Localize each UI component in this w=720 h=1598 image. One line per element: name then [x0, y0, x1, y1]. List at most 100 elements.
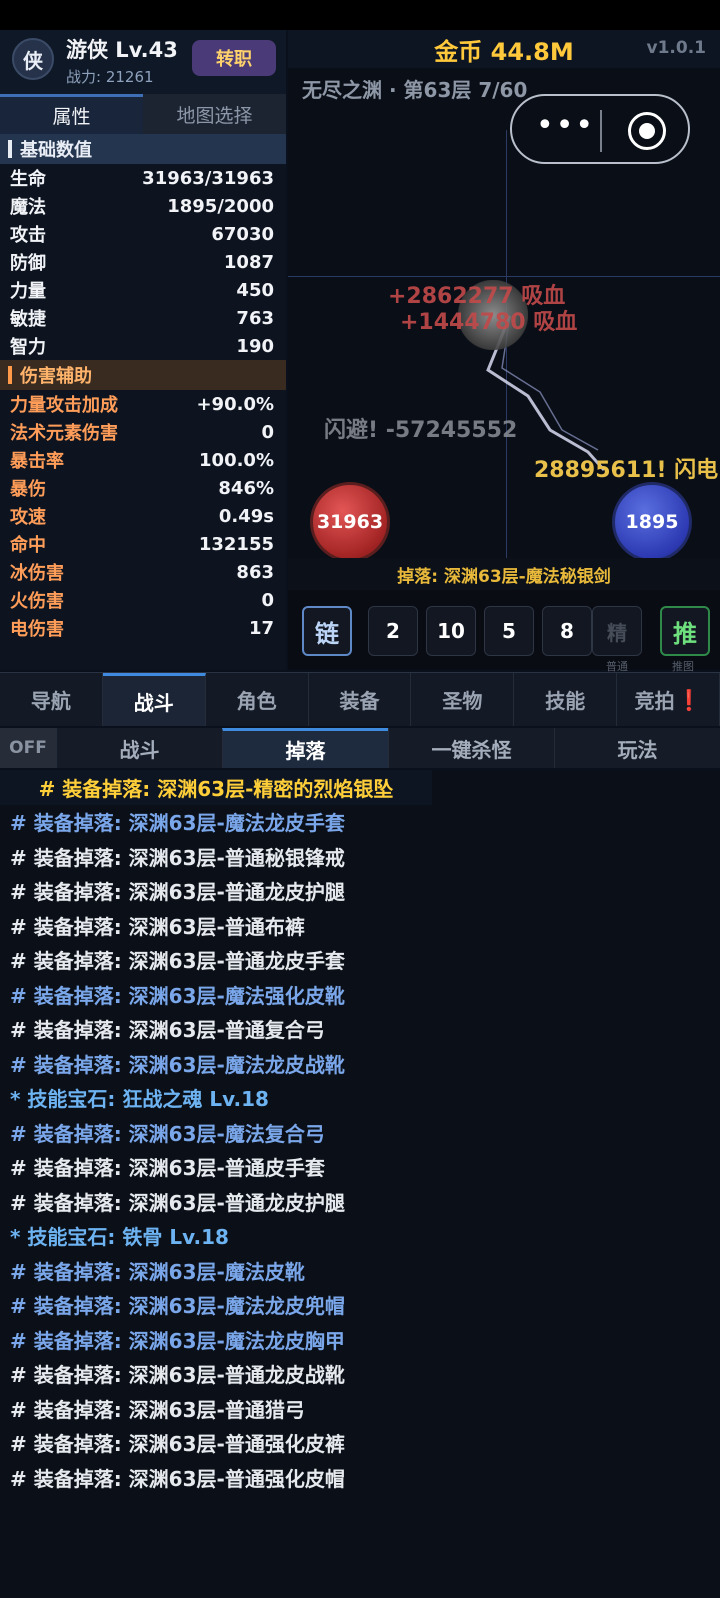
refine-button[interactable]: 精	[592, 606, 642, 656]
log-line: # 装备掉落: 深渊63层-普通布裤	[10, 914, 305, 939]
battle-controls: 链 2 10 5 8 精 推 普通 推图	[288, 590, 720, 673]
subtab-drops[interactable]: 掉落	[222, 728, 388, 768]
dodge-text: 闪避! -57245552	[324, 418, 518, 443]
log-line: # 装备掉落: 深渊63层-普通强化皮裤	[10, 1432, 345, 1457]
tab-navigation[interactable]: 导航	[0, 673, 103, 726]
tab-auction-label: 竞拍	[634, 689, 675, 713]
tab-equipment[interactable]: 装备	[309, 673, 412, 726]
stat-row: 生命 31963/31963	[0, 164, 286, 192]
battle-arena: +2862277 吸血 +1444780 吸血 闪避! -57245552 28…	[288, 130, 720, 590]
off-toggle[interactable]: OFF	[0, 728, 56, 768]
log-line: # 装备掉落: 深渊63层-普通龙皮手套	[10, 949, 345, 974]
log-line: # 装备掉落: 深渊63层-魔法强化皮靴	[10, 983, 345, 1008]
tab-relics[interactable]: 圣物	[411, 673, 515, 726]
stat-label: 电伤害	[10, 619, 64, 640]
log-line: # 装备掉落: 深渊63层-普通龙皮战靴	[10, 1363, 345, 1388]
log-line: # 装备掉落: 深渊63层-魔法复合弓	[10, 1121, 325, 1146]
stat-label: 生命	[10, 169, 46, 190]
subtab-battle[interactable]: 战斗	[56, 728, 222, 768]
tab-map-select[interactable]: 地图选择	[143, 94, 286, 134]
log-line: # 装备掉落: 深渊63层-魔法龙皮兜帽	[10, 1294, 345, 1319]
stat-label: 魔法	[10, 197, 46, 218]
control-slot-1[interactable]: 2	[368, 606, 418, 656]
log-line: # 装备掉落: 深渊63层-魔法龙皮手套	[10, 811, 345, 836]
subtab-auto-kill[interactable]: 一键杀怪	[388, 728, 554, 768]
avatar[interactable]: 侠	[12, 38, 54, 80]
transfer-button[interactable]: 转职	[192, 40, 276, 76]
stat-row: 攻击 67030	[0, 220, 286, 248]
attribute-panel: 侠 游侠 Lv.43 战力: 21261 转职 属性 地图选择 基础数值 生命 3…	[0, 30, 286, 670]
tab-character[interactable]: 角色	[206, 673, 309, 726]
stat-row: 火伤害 0	[0, 586, 286, 614]
mp-orb: 1895	[612, 482, 692, 562]
stat-label: 攻速	[10, 507, 46, 528]
stat-label: 智力	[10, 337, 46, 358]
tab-attributes[interactable]: 属性	[0, 94, 143, 134]
damage-stats-title: 伤害辅助	[20, 366, 92, 387]
stat-label: 命中	[10, 535, 46, 556]
control-slot-3[interactable]: 5	[484, 606, 534, 656]
tab-battle[interactable]: 战斗	[102, 673, 206, 726]
tab-skills[interactable]: 技能	[514, 673, 618, 726]
stat-value: 763	[236, 307, 274, 329]
push-map-button[interactable]: 推	[660, 606, 710, 656]
drop-notice: 掉落: 深渊63层-魔法秘银剑	[288, 558, 720, 590]
stat-row: 电伤害 17	[0, 614, 286, 642]
mini-program-capsule: •••	[510, 94, 690, 164]
stat-label: 暴击率	[10, 451, 64, 472]
log-line: # 装备掉落: 深渊63层-普通皮手套	[10, 1156, 325, 1181]
section-marker	[8, 140, 12, 158]
basic-stats-list: 生命 31963/31963 魔法 1895/2000 攻击 67030 防御 1087 力量 4…	[0, 164, 286, 360]
stat-value: 1087	[223, 251, 274, 273]
close-target-icon[interactable]	[628, 112, 666, 150]
status-bar	[0, 0, 720, 30]
stat-label: 力量	[10, 281, 46, 302]
capsule-divider	[600, 110, 602, 152]
stat-label: 力量攻击加成	[10, 395, 118, 416]
stat-row: 暴伤 846%	[0, 474, 286, 502]
stat-row: 冰伤害 863	[0, 558, 286, 586]
drop-log[interactable]: # 装备掉落: 深渊63层-魔法龙皮护腿# 装备掉落: 深渊63层-魔法龙皮手套…	[0, 770, 720, 1598]
alert-icon: ❗	[676, 687, 702, 712]
stat-row: 命中 132155	[0, 530, 286, 558]
stat-row: 力量攻击加成 +90.0%	[0, 390, 286, 418]
combat-power: 战力: 21261	[66, 68, 154, 86]
stat-value: 863	[236, 561, 274, 583]
stage-label: 无尽之渊 · 第63层 7/60	[302, 78, 528, 102]
version-label: v1.0.1	[646, 38, 706, 58]
stat-row: 力量 450	[0, 276, 286, 304]
stat-label: 防御	[10, 253, 46, 274]
stat-value: 17	[248, 617, 274, 639]
log-line: * 技能宝石: 狂战之魂 Lv.18	[10, 1087, 269, 1112]
log-line: # 装备掉落: 深渊63层-普通龙皮护腿	[10, 1190, 345, 1215]
damage-stats-list: 力量攻击加成 +90.0% 法术元素伤害 0 暴击率 100.0% 暴伤 846% 攻速 0.49…	[0, 390, 286, 642]
basic-stats-header: 基础数值	[0, 134, 286, 164]
sub-tab-bar: OFF 战斗 掉落 一键杀怪 玩法	[0, 728, 720, 768]
section-marker	[8, 366, 12, 384]
log-line: # 装备掉落: 深渊63层-魔法皮靴	[10, 1259, 305, 1284]
log-line: # 装备掉落: 深渊63层-普通秘银锋戒	[10, 845, 345, 870]
control-slot-2[interactable]: 10	[426, 606, 476, 656]
stat-row: 智力 190	[0, 332, 286, 360]
stat-value: 31963/31963	[142, 167, 274, 189]
stat-row: 敏捷 763	[0, 304, 286, 332]
stat-row: 防御 1087	[0, 248, 286, 276]
stat-value: 190	[236, 335, 274, 357]
stat-value: 0.49s	[218, 505, 274, 527]
chain-button[interactable]: 链	[302, 606, 352, 656]
stat-row: 攻速 0.49s	[0, 502, 286, 530]
stat-value: +90.0%	[196, 393, 274, 415]
tab-auction[interactable]: 竞拍 ❗	[617, 673, 720, 726]
stat-value: 1895/2000	[167, 195, 274, 217]
stat-value: 100.0%	[199, 449, 274, 471]
stat-label: 攻击	[10, 225, 46, 246]
more-icon[interactable]: •••	[536, 108, 595, 143]
stat-label: 法术元素伤害	[10, 423, 118, 444]
subtab-gameplay[interactable]: 玩法	[554, 728, 720, 768]
log-line: * 技能宝石: 铁骨 Lv.18	[10, 1225, 229, 1250]
control-slot-4[interactable]: 8	[542, 606, 592, 656]
stat-label: 暴伤	[10, 479, 46, 500]
battle-panel: 金币 44.8M v1.0.1 无尽之渊 · 第63层 7/60 +286227…	[288, 30, 720, 673]
character-name: 游侠 Lv.43	[66, 38, 178, 62]
stat-value: 132155	[198, 533, 274, 555]
